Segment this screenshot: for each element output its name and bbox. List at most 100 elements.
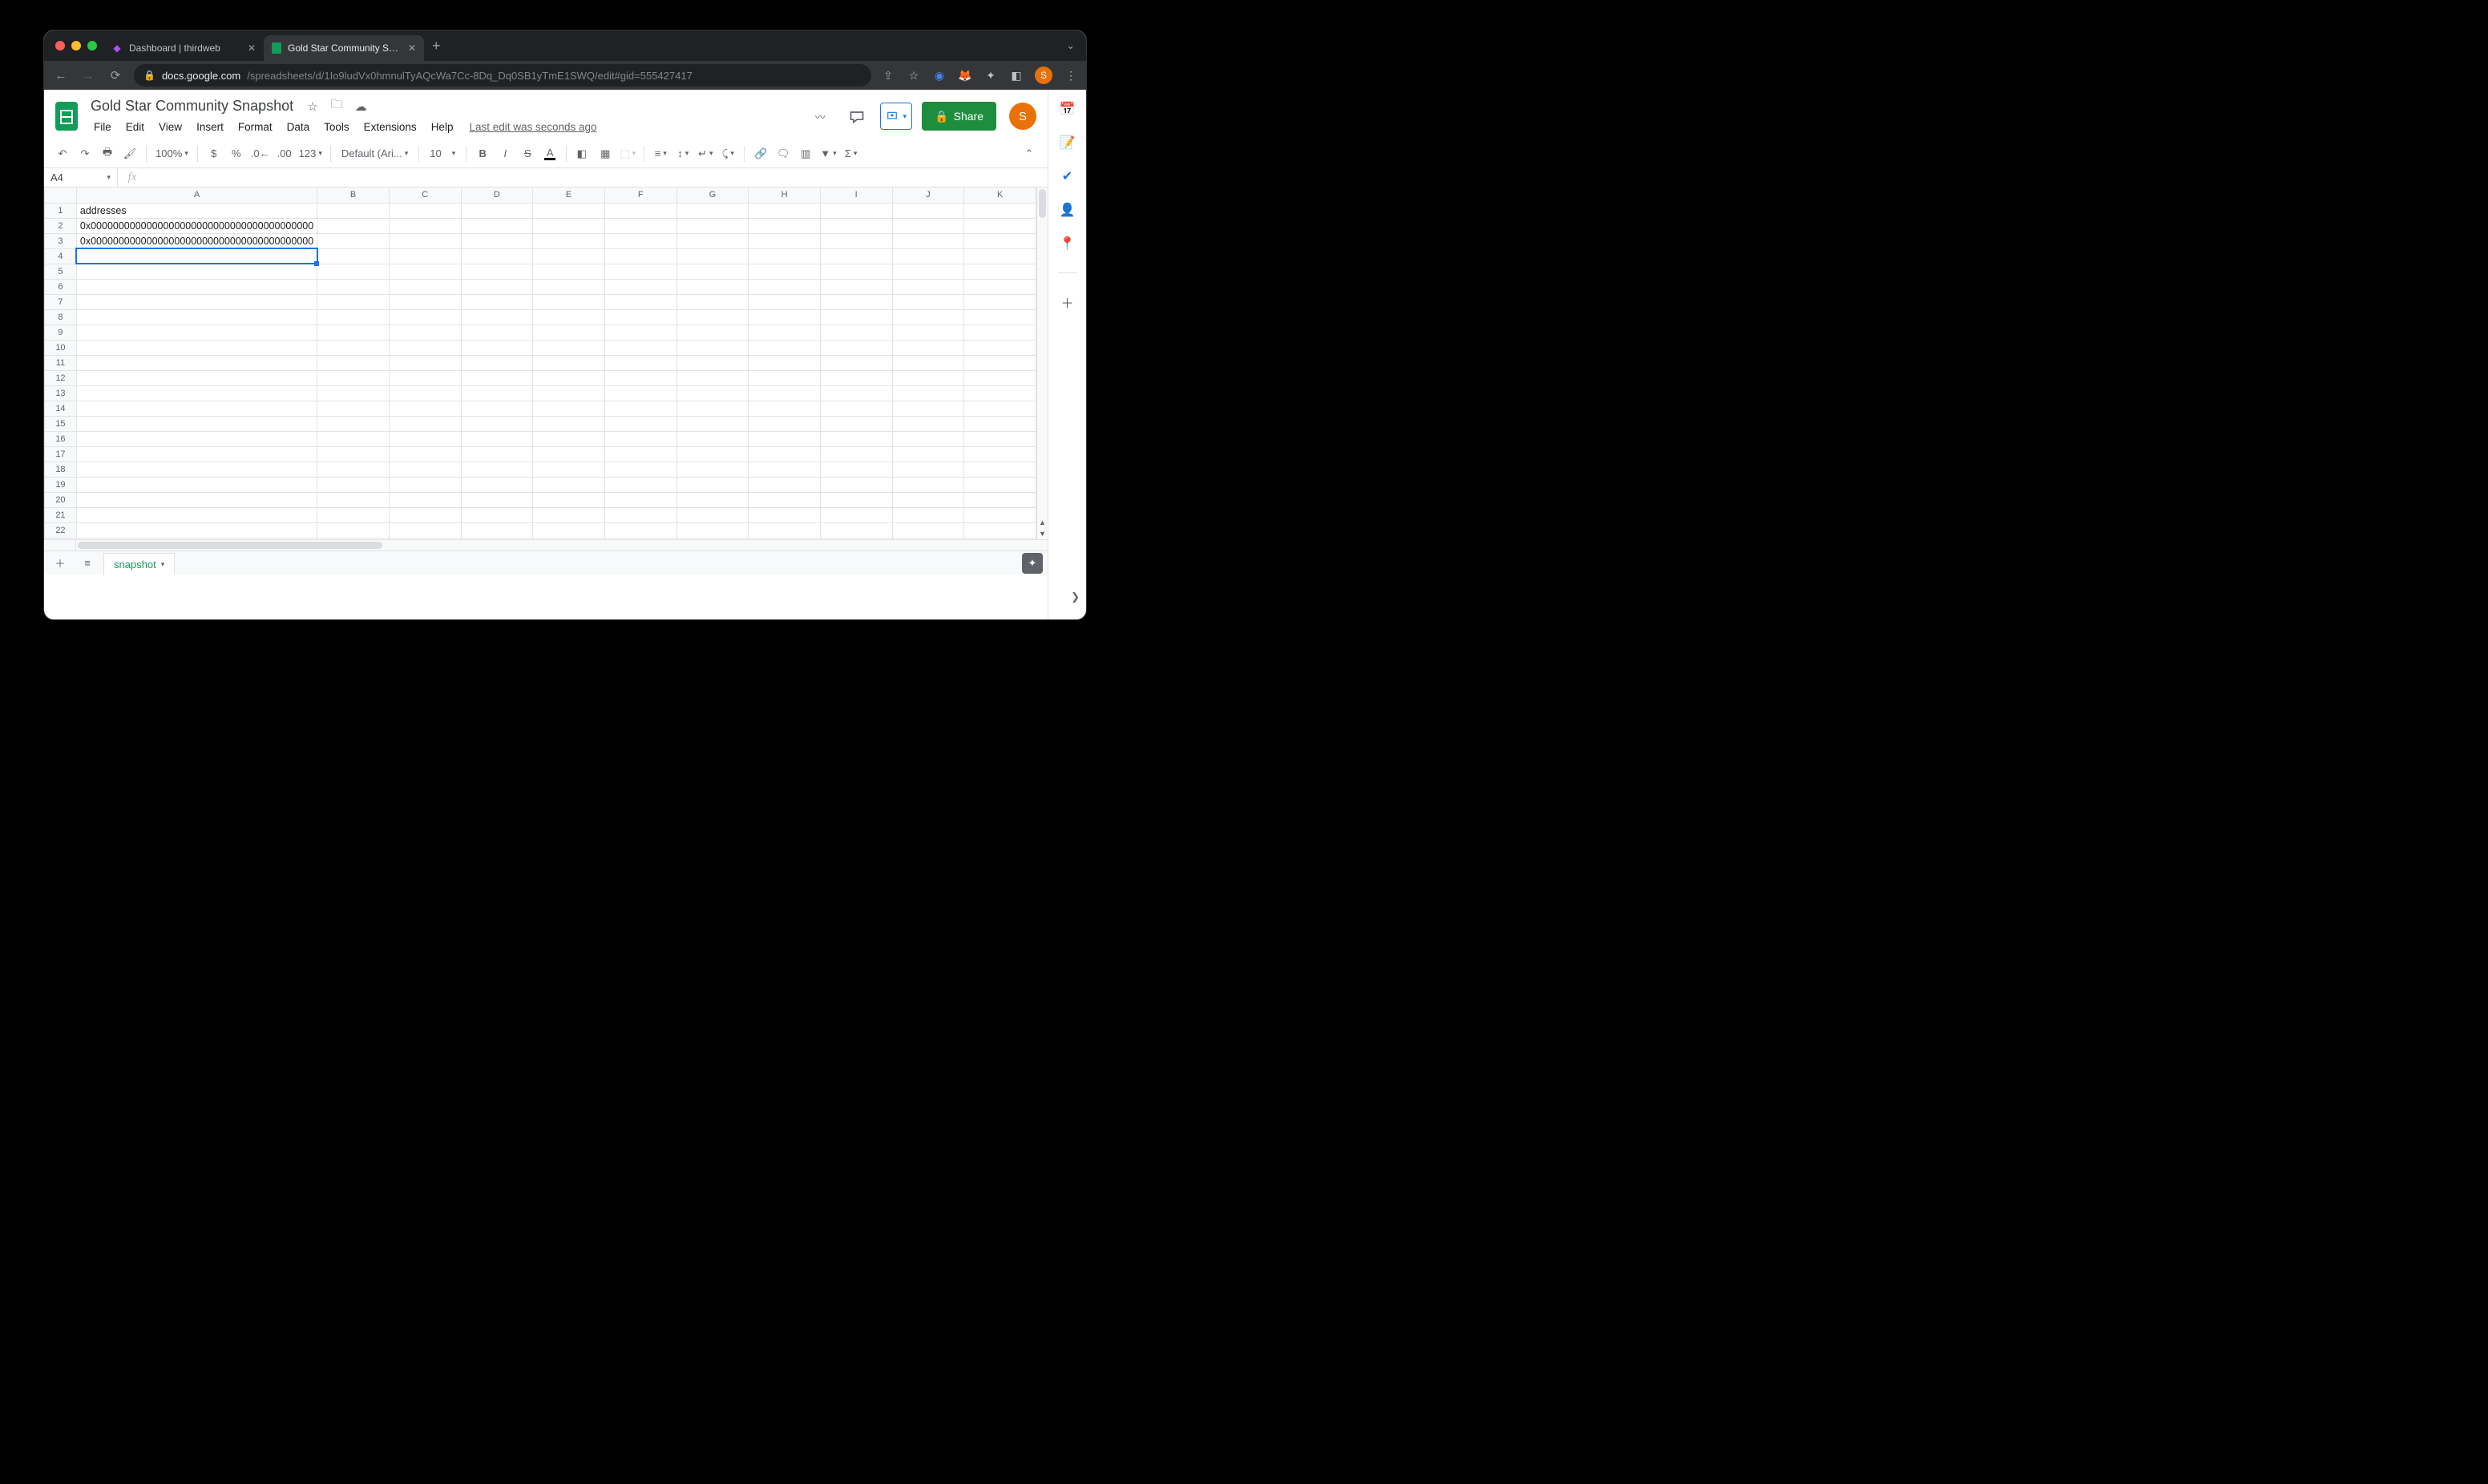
- cell-J7[interactable]: [892, 294, 964, 309]
- cell-B17[interactable]: [317, 446, 390, 462]
- cell-F17[interactable]: [604, 446, 677, 462]
- cell-K8[interactable]: [964, 309, 1036, 325]
- cell-D7[interactable]: [461, 294, 533, 309]
- cell-C16[interactable]: [389, 431, 461, 446]
- percent-button[interactable]: %: [226, 143, 247, 164]
- scroll-down-icon[interactable]: ▼: [1037, 530, 1048, 538]
- row-header-17[interactable]: 17: [45, 446, 77, 462]
- font-select[interactable]: Default (Ari...▾: [337, 143, 413, 164]
- cell-C11[interactable]: [389, 355, 461, 370]
- cell-D8[interactable]: [461, 309, 533, 325]
- cell-E3[interactable]: [533, 233, 605, 248]
- cell-C13[interactable]: [389, 385, 461, 401]
- cell-J12[interactable]: [892, 370, 964, 385]
- cell-G18[interactable]: [677, 462, 749, 477]
- menu-tools[interactable]: Tools: [317, 118, 356, 136]
- undo-button[interactable]: ↶: [52, 143, 73, 164]
- cell-C1[interactable]: [389, 203, 461, 218]
- cell-K17[interactable]: [964, 446, 1036, 462]
- horizontal-scrollbar[interactable]: [76, 540, 1036, 550]
- cell-I19[interactable]: [820, 477, 892, 492]
- cell-B5[interactable]: [317, 264, 390, 279]
- cell-K7[interactable]: [964, 294, 1036, 309]
- cell-K12[interactable]: [964, 370, 1036, 385]
- last-edit-info[interactable]: Last edit was seconds ago: [469, 121, 596, 133]
- cell-K21[interactable]: [964, 507, 1036, 522]
- cell-D17[interactable]: [461, 446, 533, 462]
- cell-G5[interactable]: [677, 264, 749, 279]
- cell-G22[interactable]: [677, 522, 749, 538]
- cell-G19[interactable]: [677, 477, 749, 492]
- text-color-button[interactable]: A: [539, 143, 560, 164]
- cell-A14[interactable]: [76, 401, 317, 416]
- formula-input[interactable]: [147, 168, 1048, 187]
- cell-A13[interactable]: [76, 385, 317, 401]
- cell-A15[interactable]: [76, 416, 317, 431]
- functions-button[interactable]: Σ▾: [841, 143, 862, 164]
- menu-view[interactable]: View: [152, 118, 188, 136]
- row-header-4[interactable]: 4: [45, 248, 77, 264]
- cell-K1[interactable]: [964, 203, 1036, 218]
- cell-J22[interactable]: [892, 522, 964, 538]
- paint-format-button[interactable]: 🖌: [119, 143, 140, 164]
- cell-B4[interactable]: [317, 248, 390, 264]
- cell-B12[interactable]: [317, 370, 390, 385]
- cell-C14[interactable]: [389, 401, 461, 416]
- cell-K6[interactable]: [964, 279, 1036, 294]
- cell-G8[interactable]: [677, 309, 749, 325]
- cell-E4[interactable]: [533, 248, 605, 264]
- cell-J19[interactable]: [892, 477, 964, 492]
- name-box[interactable]: A4 ▾: [44, 168, 118, 187]
- cell-E22[interactable]: [533, 522, 605, 538]
- cell-I20[interactable]: [820, 492, 892, 507]
- row-header-5[interactable]: 5: [45, 264, 77, 279]
- sheets-logo-icon[interactable]: [52, 99, 81, 134]
- cell-F23[interactable]: [604, 538, 677, 539]
- cell-I17[interactable]: [820, 446, 892, 462]
- row-header-1[interactable]: 1: [45, 203, 77, 218]
- cell-G2[interactable]: [677, 218, 749, 233]
- cell-I10[interactable]: [820, 340, 892, 355]
- cell-E11[interactable]: [533, 355, 605, 370]
- row-header-16[interactable]: 16: [45, 431, 77, 446]
- cell-B15[interactable]: [317, 416, 390, 431]
- cell-F9[interactable]: [604, 325, 677, 340]
- column-header-K[interactable]: K: [964, 188, 1036, 203]
- cell-H2[interactable]: [749, 218, 821, 233]
- cell-F14[interactable]: [604, 401, 677, 416]
- cell-H13[interactable]: [749, 385, 821, 401]
- cell-E15[interactable]: [533, 416, 605, 431]
- tasks-icon[interactable]: ✔: [1060, 168, 1076, 184]
- cell-H1[interactable]: [749, 203, 821, 218]
- cell-H6[interactable]: [749, 279, 821, 294]
- cell-D15[interactable]: [461, 416, 533, 431]
- cell-E23[interactable]: [533, 538, 605, 539]
- cell-D6[interactable]: [461, 279, 533, 294]
- cell-C19[interactable]: [389, 477, 461, 492]
- cell-E19[interactable]: [533, 477, 605, 492]
- scroll-up-icon[interactable]: ▲: [1037, 518, 1048, 526]
- cell-F5[interactable]: [604, 264, 677, 279]
- cell-J15[interactable]: [892, 416, 964, 431]
- close-tab-icon[interactable]: ✕: [408, 42, 416, 54]
- cell-A11[interactable]: [76, 355, 317, 370]
- column-header-F[interactable]: F: [604, 188, 677, 203]
- add-sheet-button[interactable]: ＋: [49, 554, 71, 573]
- cell-J9[interactable]: [892, 325, 964, 340]
- select-all-corner[interactable]: [45, 188, 77, 203]
- cell-A12[interactable]: [76, 370, 317, 385]
- cell-J16[interactable]: [892, 431, 964, 446]
- cell-K18[interactable]: [964, 462, 1036, 477]
- cell-A10[interactable]: [76, 340, 317, 355]
- cell-I3[interactable]: [820, 233, 892, 248]
- cell-E9[interactable]: [533, 325, 605, 340]
- row-header-14[interactable]: 14: [45, 401, 77, 416]
- cell-H21[interactable]: [749, 507, 821, 522]
- cell-J13[interactable]: [892, 385, 964, 401]
- cell-C17[interactable]: [389, 446, 461, 462]
- cell-F13[interactable]: [604, 385, 677, 401]
- cell-F20[interactable]: [604, 492, 677, 507]
- cell-D2[interactable]: [461, 218, 533, 233]
- print-button[interactable]: 🖶: [97, 143, 118, 164]
- cell-I22[interactable]: [820, 522, 892, 538]
